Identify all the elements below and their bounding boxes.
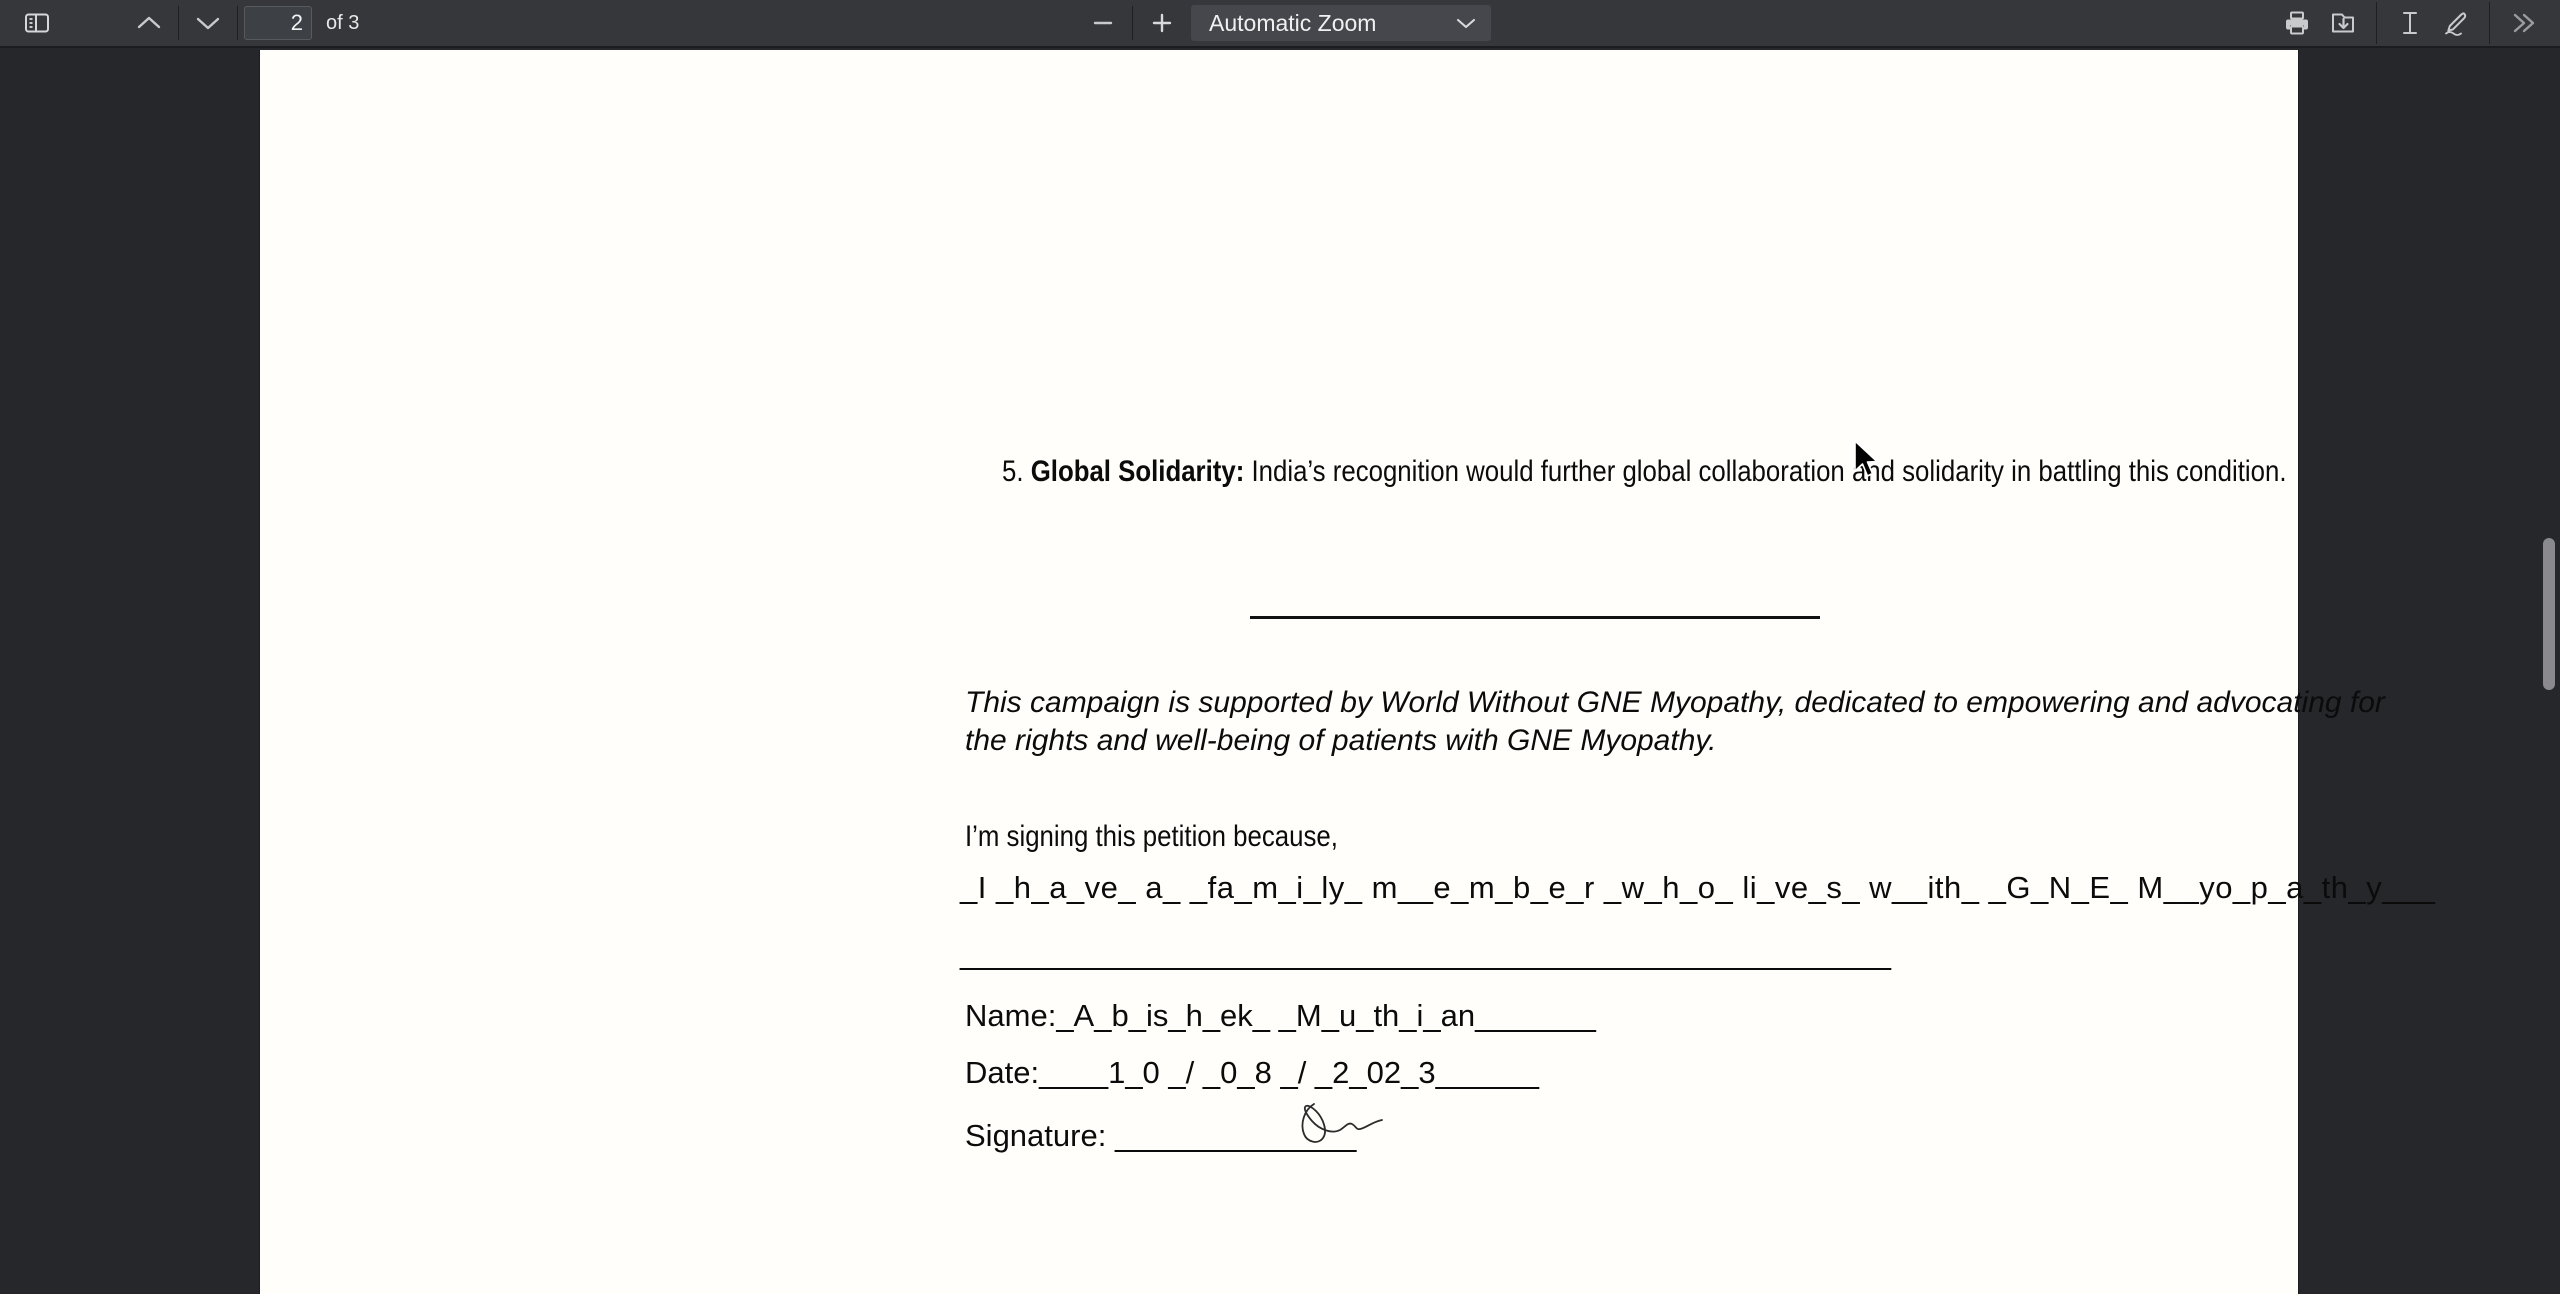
- printer-icon: [2283, 9, 2311, 37]
- signature-field-row: Signature: ______________: [965, 1118, 1356, 1154]
- date-label: Date:: [965, 1055, 1040, 1090]
- page-number-input[interactable]: [244, 6, 312, 40]
- name-field-row: Name:_A_b_is_h_ek_ _M_u_th_i_an_______: [965, 998, 1596, 1034]
- signature-value: ______________: [1114, 1118, 1357, 1153]
- pencil-draw-icon: [2442, 9, 2470, 37]
- previous-page-button[interactable]: [126, 4, 172, 42]
- signing-reason-prompt: I’m signing this petition because,: [965, 820, 1399, 854]
- date-value: ____1_0 _/ _0_8 _/ _2_02_3______: [1039, 1055, 1540, 1090]
- chevron-down-icon: [194, 13, 222, 33]
- draw-tool-button[interactable]: [2433, 4, 2479, 42]
- vertical-scrollbar-thumb[interactable]: [2543, 538, 2555, 690]
- support-note-paragraph: This campaign is supported by World With…: [965, 686, 2385, 757]
- name-label: Name:: [965, 998, 1057, 1033]
- sidebar-toggle-button[interactable]: [14, 4, 60, 42]
- list-item-global-solidarity: 5. Global Solidarity: India’s recognitio…: [1002, 453, 2287, 491]
- zoom-in-button[interactable]: [1139, 4, 1185, 42]
- toolbar-divider-5: [2489, 2, 2490, 44]
- signing-reason-answer-line-1: _I _h_a_ve_ a_ _fa_m_i_ly_ m__e_m_b_e_r …: [960, 870, 2436, 905]
- chevron-up-icon: [135, 13, 163, 33]
- toolbar-left-group: of 3: [0, 0, 359, 46]
- next-page-button[interactable]: [185, 4, 231, 42]
- text-select-tool-button[interactable]: [2387, 4, 2433, 42]
- toolbar-divider-3: [1132, 6, 1133, 40]
- zoom-out-button[interactable]: [1080, 4, 1126, 42]
- print-button[interactable]: [2274, 4, 2320, 42]
- signing-reason-prompt-text: I’m signing this petition because,: [965, 820, 1338, 853]
- chevron-down-icon: [1455, 16, 1477, 30]
- signature-label: Signature:: [965, 1118, 1115, 1153]
- pdf-viewer-area[interactable]: 5. Global Solidarity: India’s recognitio…: [0, 50, 2560, 1294]
- more-tools-button[interactable]: [2500, 4, 2546, 42]
- page-count-label: of 3: [326, 11, 360, 34]
- save-download-icon: [2329, 9, 2357, 37]
- sidebar-icon: [24, 11, 50, 35]
- item-text: India’s recognition would further global…: [1244, 455, 2287, 488]
- download-button[interactable]: [2320, 4, 2366, 42]
- horizontal-divider: [1250, 616, 1820, 619]
- toolbar-divider-1: [178, 6, 179, 40]
- double-chevron-right-icon: [2508, 10, 2538, 36]
- toolbar-divider-4: [2376, 2, 2377, 44]
- pdf-toolbar: of 3 Automatic Zoom: [0, 0, 2560, 48]
- plus-icon: [1149, 10, 1175, 36]
- item-number: 5.: [1002, 455, 1024, 488]
- page-content: 5. Global Solidarity: India’s recognitio…: [260, 50, 2435, 1294]
- item-title: Global Solidarity:: [1030, 455, 1245, 488]
- pdf-page[interactable]: 5. Global Solidarity: India’s recognitio…: [260, 50, 2435, 1294]
- toolbar-right-group: [2274, 0, 2546, 46]
- signing-reason-answer-line-2: ________________________________________…: [960, 936, 1891, 971]
- vertical-scrollbar-track[interactable]: [2538, 100, 2560, 1294]
- name-value: _A_b_is_h_ek_ _M_u_th_i_an_______: [1056, 998, 1596, 1033]
- date-field-row: Date:____1_0 _/ _0_8 _/ _2_02_3______: [965, 1055, 1539, 1091]
- text-cursor-icon: [2399, 9, 2421, 37]
- toolbar-divider-2: [237, 6, 238, 40]
- toolbar-zoom-group: Automatic Zoom: [1080, 0, 1491, 46]
- minus-icon: [1090, 10, 1116, 36]
- zoom-level-label: Automatic Zoom: [1209, 9, 1377, 36]
- zoom-level-select[interactable]: Automatic Zoom: [1191, 5, 1491, 41]
